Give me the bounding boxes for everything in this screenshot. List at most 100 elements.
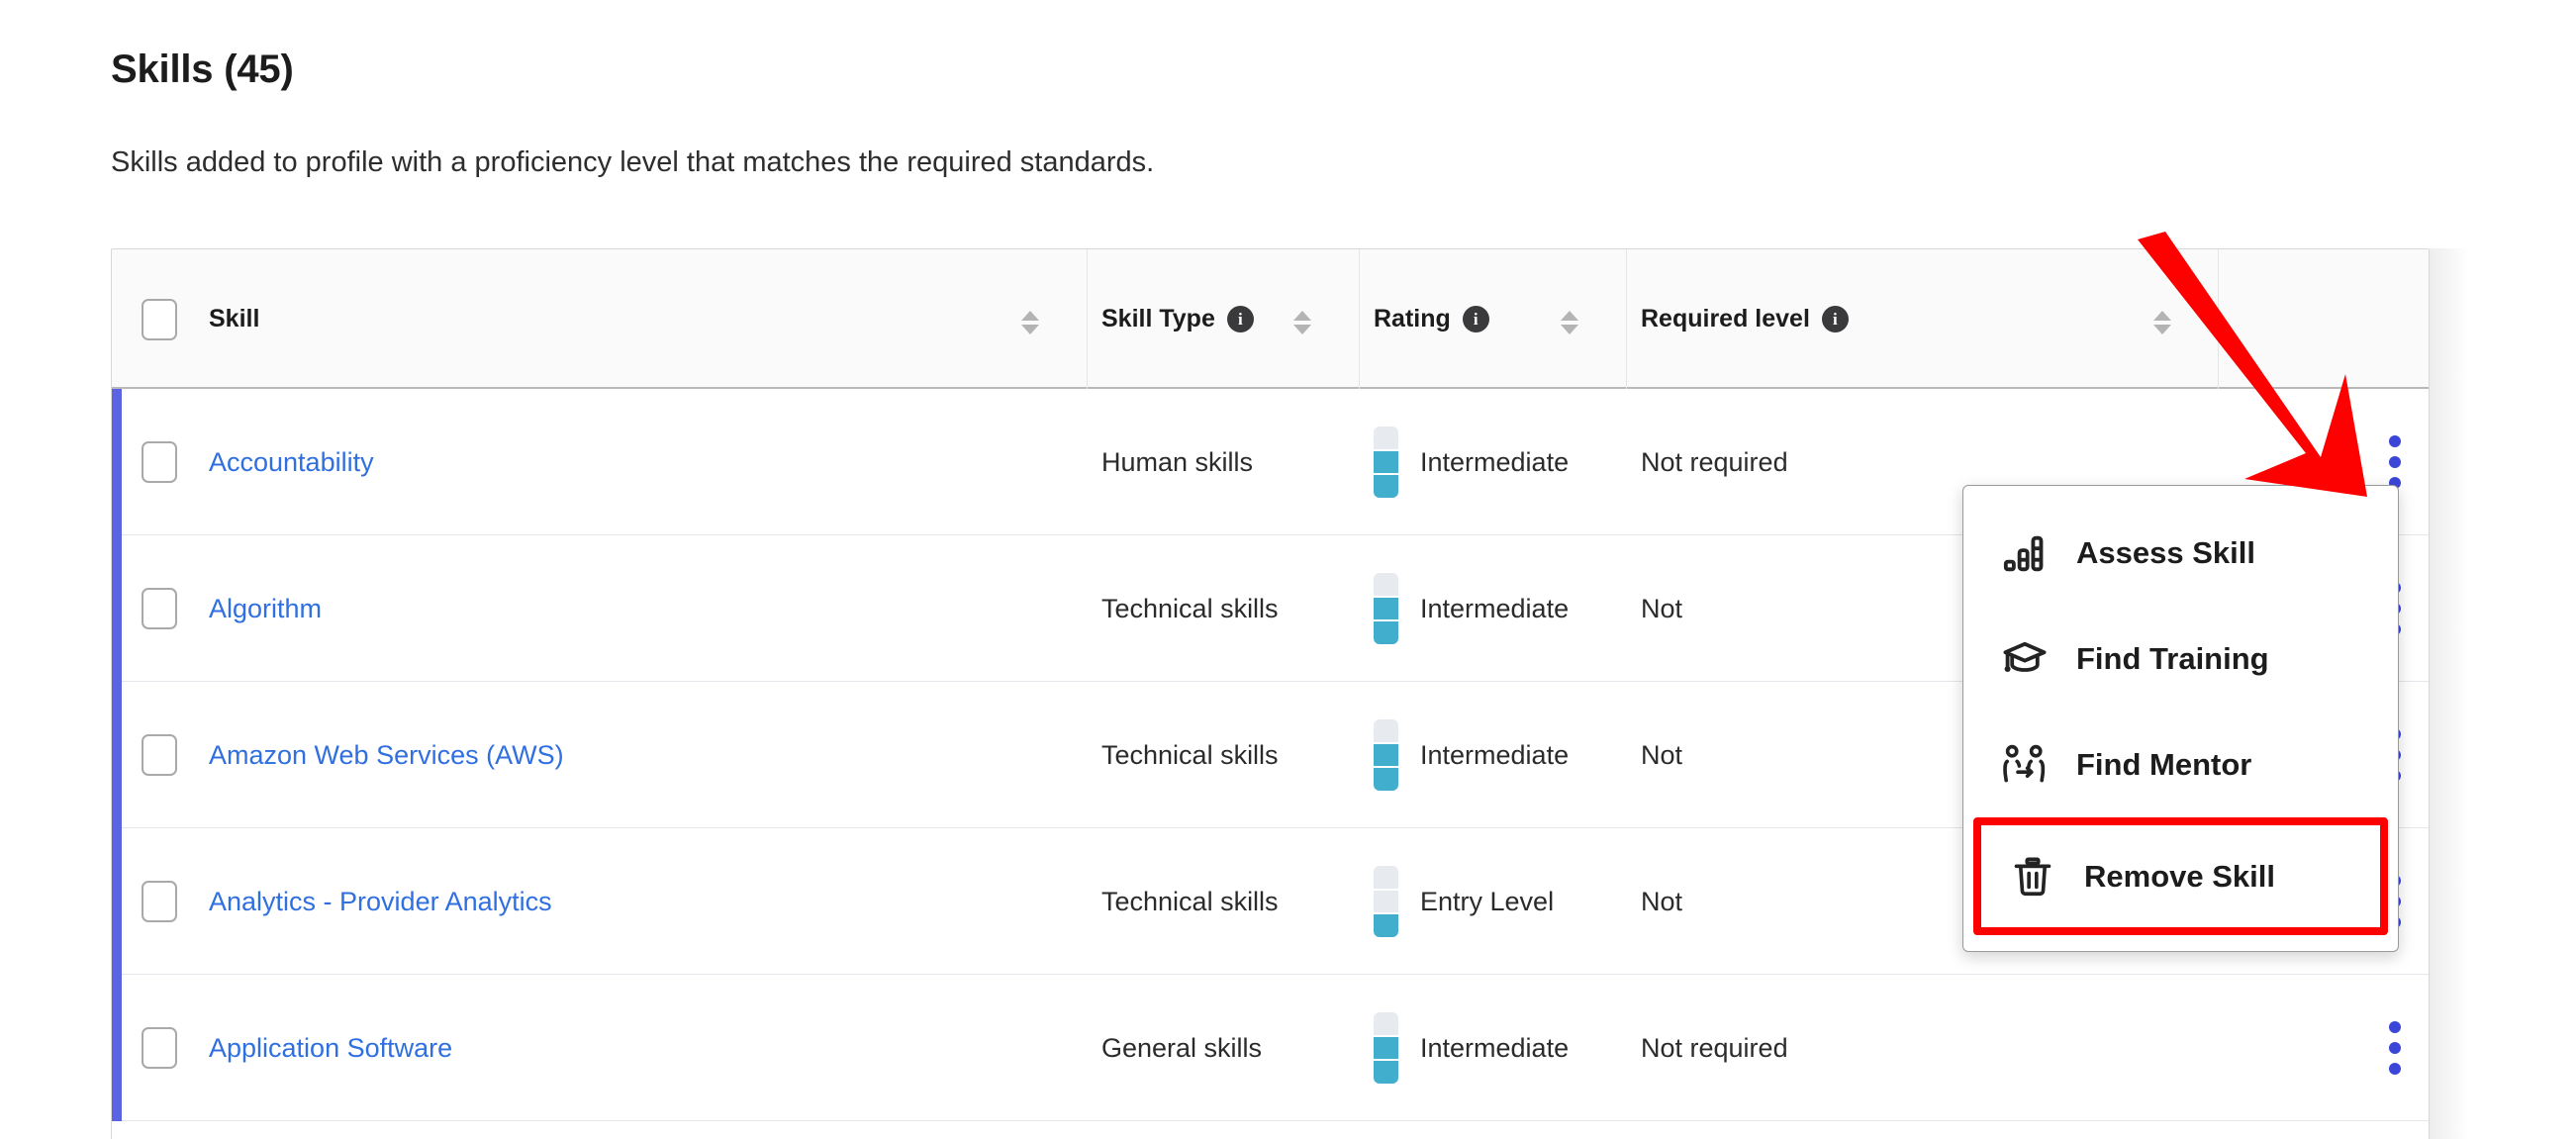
- column-header-required-level[interactable]: Required level i: [1641, 249, 1849, 389]
- required-level-value: Not required: [1641, 1032, 1788, 1063]
- sort-ascending-icon: [1561, 311, 1578, 321]
- skill-name-link[interactable]: Application Software: [209, 975, 452, 1121]
- page-title: Skills (45): [111, 47, 294, 91]
- context-menu-item-label: Assess Skill: [2076, 534, 2255, 570]
- rating-meter-segment: [1374, 1012, 1398, 1035]
- context-menu-item-remove-skill[interactable]: Remove Skill: [1973, 817, 2388, 935]
- row-context-menu: Assess Skill Find Training Find Mentor Remo…: [1962, 485, 2399, 952]
- sort-ascending-icon: [2153, 311, 2171, 321]
- row-checkbox-cell: [142, 389, 177, 535]
- sort-descending-icon: [1561, 325, 1578, 334]
- rating-meter-segment: [1374, 595, 1398, 620]
- context-menu-item-find-mentor[interactable]: Find Mentor: [1963, 712, 2398, 817]
- kebab-dot-icon: [2389, 1063, 2401, 1075]
- info-icon[interactable]: i: [1462, 306, 1489, 332]
- kebab-dot-icon: [2389, 1042, 2401, 1054]
- skill-name-link[interactable]: Accountability: [209, 389, 374, 535]
- info-icon[interactable]: i: [1821, 306, 1849, 332]
- graduation-cap-icon: [1999, 633, 2051, 685]
- skill-type-value: General skills: [1101, 1032, 1263, 1063]
- rating-cell: Intermediate: [1374, 389, 1569, 535]
- row-checkbox[interactable]: [142, 734, 177, 776]
- rating-label: Entry Level: [1420, 886, 1555, 916]
- column-divider: [2218, 249, 2219, 389]
- rating-meter-icon: [1374, 866, 1398, 937]
- rating-meter-segment: [1374, 1034, 1398, 1060]
- context-menu-item-find-training[interactable]: Find Training: [1963, 606, 2398, 712]
- rating-meter-segment: [1374, 473, 1398, 498]
- skill-name-link[interactable]: Amazon Web Services (AWS): [209, 682, 564, 828]
- sort-toggle-required-level[interactable]: [2153, 311, 2171, 334]
- sort-descending-icon: [1293, 325, 1311, 334]
- row-status-accent: [112, 535, 122, 682]
- column-divider: [1087, 249, 1088, 389]
- table-right-fade: [2430, 248, 2469, 1139]
- row-checkbox-cell: [142, 682, 177, 828]
- rating-label: Intermediate: [1420, 446, 1570, 477]
- rating-cell: Intermediate: [1374, 682, 1569, 828]
- rating-meter-segment: [1374, 766, 1398, 791]
- rating-meter-segment: [1374, 619, 1398, 644]
- select-all-checkbox-cell: [142, 249, 177, 389]
- sort-descending-icon: [1021, 325, 1039, 334]
- context-menu-item-label: Find Mentor: [2076, 746, 2252, 782]
- rating-meter-segment: [1374, 741, 1398, 767]
- row-status-accent: [112, 389, 122, 535]
- rating-meter-icon: [1374, 719, 1398, 791]
- column-header-rating[interactable]: Rating i: [1374, 249, 1489, 389]
- column-header-required-level-label: Required level: [1641, 305, 1810, 332]
- sort-toggle-rating[interactable]: [1561, 311, 1578, 334]
- context-menu-item-label: Remove Skill: [2084, 858, 2275, 894]
- rating-meter-icon: [1374, 573, 1398, 644]
- rating-meter-segment: [1374, 912, 1398, 937]
- row-checkbox[interactable]: [142, 881, 177, 922]
- sort-ascending-icon: [1293, 311, 1311, 321]
- skill-name-link[interactable]: Analytics - Provider Analytics: [209, 828, 552, 975]
- mentor-people-icon: [1999, 739, 2051, 791]
- rating-meter-segment: [1374, 448, 1398, 474]
- row-checkbox-cell: [142, 828, 177, 975]
- column-header-skill[interactable]: Skill: [209, 249, 259, 389]
- column-header-rating-label: Rating: [1374, 305, 1451, 332]
- required-level-value: Not: [1641, 886, 1683, 916]
- trash-icon: [2007, 851, 2058, 902]
- required-level-value: Not required: [1641, 446, 1788, 477]
- row-checkbox[interactable]: [142, 441, 177, 483]
- kebab-dot-icon: [2389, 456, 2401, 468]
- skill-type-value: Technical skills: [1101, 739, 1279, 770]
- row-checkbox[interactable]: [142, 1027, 177, 1069]
- select-all-checkbox[interactable]: [142, 298, 177, 340]
- skill-type-value: Technical skills: [1101, 593, 1279, 623]
- rating-meter-segment: [1374, 888, 1398, 913]
- rating-meter-icon: [1374, 1012, 1398, 1084]
- sort-toggle-skill-type[interactable]: [1293, 311, 1311, 334]
- bar-chart-icon: [1999, 527, 2051, 579]
- kebab-dot-icon: [2389, 1021, 2401, 1033]
- table-row[interactable]: Application Software General skills Interm…: [112, 975, 2429, 1121]
- row-kebab-menu[interactable]: [2378, 975, 2412, 1121]
- context-menu-item-label: Find Training: [2076, 640, 2269, 676]
- info-icon[interactable]: i: [1226, 306, 1254, 332]
- skill-name-link[interactable]: Algorithm: [209, 535, 322, 682]
- column-divider: [1359, 249, 1360, 389]
- sort-descending-icon: [2153, 325, 2171, 334]
- column-header-skill-type[interactable]: Skill Type i: [1101, 249, 1254, 389]
- sort-ascending-icon: [1021, 311, 1039, 321]
- context-menu-item-assess-skill[interactable]: Assess Skill: [1963, 500, 2398, 606]
- rating-meter-segment: [1374, 719, 1398, 742]
- row-checkbox[interactable]: [142, 588, 177, 629]
- row-status-accent: [112, 682, 122, 828]
- row-status-accent: [112, 828, 122, 975]
- required-level-value: Not: [1641, 739, 1683, 770]
- rating-cell: Intermediate: [1374, 535, 1569, 682]
- rating-meter-segment: [1374, 427, 1398, 449]
- sort-toggle-skill[interactable]: [1021, 311, 1039, 334]
- table-header-row: Skill Skill Type i Rating i Required lev…: [112, 249, 2429, 389]
- column-header-skill-type-label: Skill Type: [1101, 305, 1215, 332]
- rating-cell: Intermediate: [1374, 975, 1569, 1121]
- rating-meter-segment: [1374, 1059, 1398, 1084]
- skills-page: Skills (45) Skills added to profile with…: [0, 0, 2576, 1139]
- row-status-accent: [112, 975, 122, 1121]
- rating-meter-icon: [1374, 427, 1398, 498]
- required-level-value: Not: [1641, 593, 1683, 623]
